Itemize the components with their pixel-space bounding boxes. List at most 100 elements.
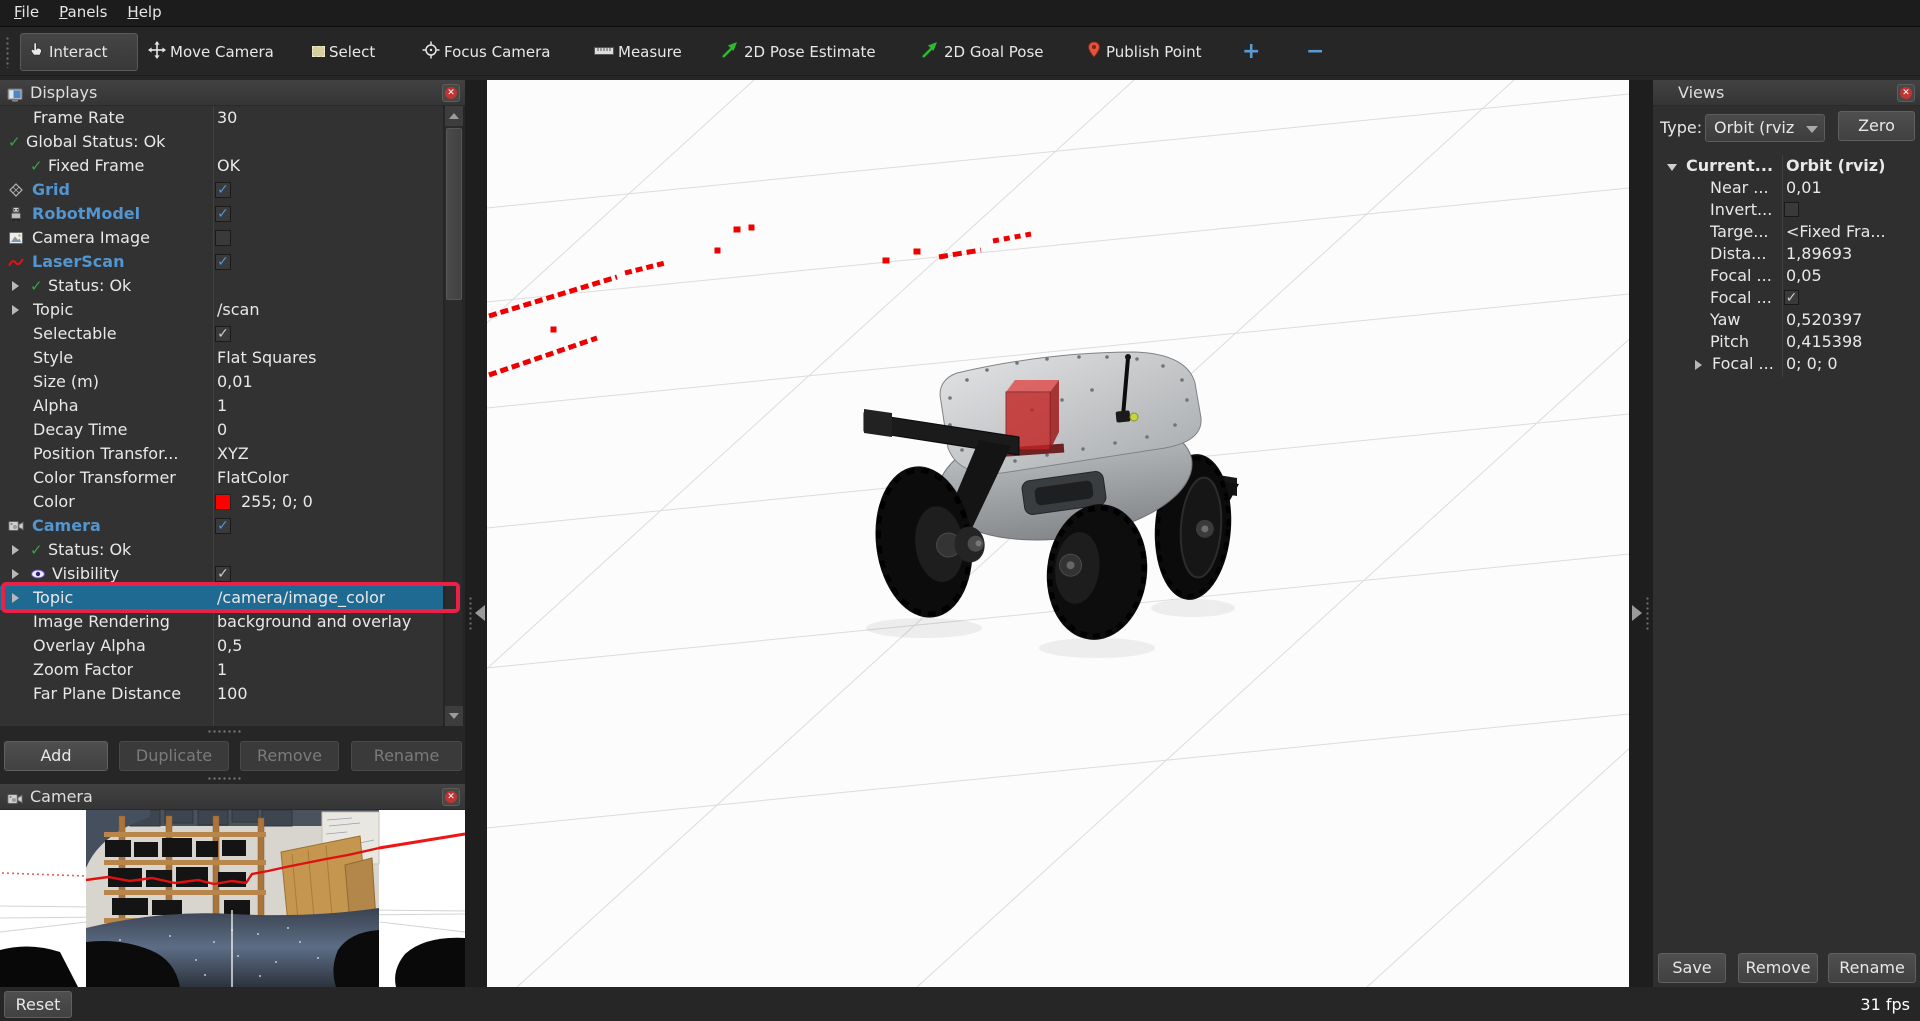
displays-row-color-transformer[interactable]: Color TransformerFlatColor	[0, 466, 443, 490]
displays-row-visibility[interactable]: Visibility	[0, 562, 443, 586]
displays-row-robotmodel[interactable]: RobotModel	[0, 202, 443, 226]
scrollbar-thumb[interactable]	[446, 128, 462, 300]
remove-display-button[interactable]: Remove	[240, 741, 339, 771]
views-row-targe[interactable]: Targe...<Fixed Fra...	[1653, 221, 1920, 243]
displays-row-zoom-factor[interactable]: Zoom Factor1	[0, 658, 443, 682]
expand-arrow-icon[interactable]	[1695, 360, 1702, 370]
scroll-down-button[interactable]	[445, 706, 463, 726]
displays-row-color[interactable]: Color255; 0; 0	[0, 490, 443, 514]
right-splitter[interactable]	[1629, 80, 1653, 987]
view-type-dropdown[interactable]: Orbit (rviz	[1705, 114, 1825, 142]
property-value[interactable]: 1	[217, 394, 227, 418]
select-tool-button[interactable]: Select	[306, 33, 381, 71]
property-value[interactable]: Flat Squares	[217, 346, 316, 370]
publish-point-tool-button[interactable]: Publish Point	[1080, 33, 1207, 71]
collapse-arrow-icon[interactable]	[1667, 164, 1677, 171]
property-value[interactable]: 100	[217, 682, 248, 706]
displays-row-status-ok[interactable]: Status: Ok	[0, 274, 443, 298]
property-value[interactable]: Orbit (rviz)	[1786, 155, 1885, 177]
property-value[interactable]: <Fixed Fra...	[1786, 221, 1886, 243]
property-value[interactable]: 0	[217, 418, 227, 442]
checkbox-checked[interactable]	[215, 518, 231, 534]
views-row-near[interactable]: Near ...0,01	[1653, 177, 1920, 199]
3d-viewport[interactable]	[487, 80, 1629, 987]
property-value[interactable]: 0,5	[217, 634, 242, 658]
splitter-handle[interactable]	[207, 776, 243, 782]
displays-row-alpha[interactable]: Alpha1	[0, 394, 443, 418]
property-value[interactable]: 0; 0; 0	[1786, 353, 1838, 375]
displays-row-selectable[interactable]: Selectable	[0, 322, 443, 346]
expand-arrow-icon[interactable]	[12, 593, 19, 603]
color-swatch[interactable]	[215, 494, 231, 510]
property-value[interactable]: 0,01	[1786, 177, 1822, 199]
save-view-button[interactable]: Save	[1658, 953, 1726, 983]
menu-panels[interactable]: Panels	[49, 0, 117, 25]
checkbox-checked[interactable]	[215, 182, 231, 198]
expand-arrow-icon[interactable]	[12, 569, 19, 579]
left-splitter[interactable]	[465, 80, 487, 987]
duplicate-display-button[interactable]: Duplicate	[119, 741, 229, 771]
property-value[interactable]: 0,520397	[1786, 309, 1862, 331]
property-value[interactable]: 1	[217, 658, 227, 682]
views-row-pitch[interactable]: Pitch0,415398	[1653, 331, 1920, 353]
collapse-left-arrow-icon[interactable]	[475, 605, 485, 621]
views-row-current[interactable]: Current...Orbit (rviz)	[1653, 155, 1920, 177]
displays-scrollbar[interactable]	[444, 106, 462, 726]
menu-file[interactable]: File	[4, 0, 49, 25]
expand-arrow-icon[interactable]	[12, 305, 19, 315]
displays-row-frame-rate[interactable]: Frame Rate30	[0, 106, 443, 130]
displays-row-laserscan[interactable]: LaserScan	[0, 250, 443, 274]
toolbar-drag-handle[interactable]	[5, 36, 11, 68]
goal-pose-tool-button[interactable]: 2D Goal Pose	[914, 33, 1050, 71]
displays-row-decay-time[interactable]: Decay Time0	[0, 418, 443, 442]
focus-camera-tool-button[interactable]: Focus Camera	[416, 33, 556, 71]
displays-row-global-status-ok[interactable]: Global Status: Ok	[0, 130, 443, 154]
displays-row-topic[interactable]: Topic/scan	[0, 298, 443, 322]
displays-row-far-plane-distance[interactable]: Far Plane Distance100	[0, 682, 443, 706]
add-display-button[interactable]: Add	[4, 741, 108, 771]
checkbox-checked[interactable]	[1784, 290, 1799, 305]
views-close-button[interactable]	[1897, 84, 1915, 102]
property-value[interactable]: /camera/image_color	[217, 586, 385, 610]
splitter-handle[interactable]	[207, 729, 243, 735]
displays-row-camera-image[interactable]: Camera Image	[0, 226, 443, 250]
remove-view-button[interactable]: Remove	[1738, 953, 1818, 983]
camera-close-button[interactable]	[442, 788, 460, 806]
displays-row-image-rendering[interactable]: Image Renderingbackground and overlay	[0, 610, 443, 634]
menu-help[interactable]: Help	[117, 0, 171, 25]
displays-row-fixed-frame[interactable]: Fixed FrameOK	[0, 154, 443, 178]
property-value[interactable]: FlatColor	[217, 466, 289, 490]
displays-close-button[interactable]	[442, 84, 460, 102]
views-row-yaw[interactable]: Yaw0,520397	[1653, 309, 1920, 331]
checkbox-unchecked[interactable]	[215, 230, 231, 246]
measure-tool-button[interactable]: Measure	[588, 33, 688, 71]
collapse-right-arrow-icon[interactable]	[1632, 605, 1642, 621]
zero-button[interactable]: Zero	[1838, 111, 1915, 141]
checkbox-unchecked[interactable]	[1784, 202, 1799, 217]
property-value[interactable]: OK	[217, 154, 240, 178]
move-camera-tool-button[interactable]: Move Camera	[142, 33, 280, 71]
displays-row-position-transfor[interactable]: Position Transfor...XYZ	[0, 442, 443, 466]
expand-arrow-icon[interactable]	[12, 545, 19, 555]
displays-row-grid[interactable]: Grid	[0, 178, 443, 202]
views-row-dista[interactable]: Dista...1,89693	[1653, 243, 1920, 265]
displays-row-size-m[interactable]: Size (m)0,01	[0, 370, 443, 394]
checkbox-checked[interactable]	[215, 206, 231, 222]
scroll-up-button[interactable]	[445, 106, 463, 126]
property-value[interactable]: 30	[217, 106, 237, 130]
property-value[interactable]: XYZ	[217, 442, 249, 466]
property-value[interactable]: 0,415398	[1786, 331, 1862, 353]
checkbox-checked[interactable]	[215, 254, 231, 270]
views-row-focal[interactable]: Focal ...0; 0; 0	[1653, 353, 1920, 375]
pose-estimate-tool-button[interactable]: 2D Pose Estimate	[714, 33, 882, 71]
property-value[interactable]: 255; 0; 0	[241, 490, 313, 514]
displays-row-topic[interactable]: Topic/camera/image_color	[0, 586, 443, 610]
add-tool-button[interactable]: +	[1236, 33, 1266, 71]
property-value[interactable]: 0,05	[1786, 265, 1822, 287]
property-value[interactable]: 1,89693	[1786, 243, 1852, 265]
views-row-invert[interactable]: Invert...	[1653, 199, 1920, 221]
reset-button[interactable]: Reset	[4, 991, 72, 1018]
property-value[interactable]: 0,01	[217, 370, 253, 394]
views-row-focal[interactable]: Focal ...0,05	[1653, 265, 1920, 287]
interact-tool-button[interactable]: Interact	[20, 33, 138, 71]
